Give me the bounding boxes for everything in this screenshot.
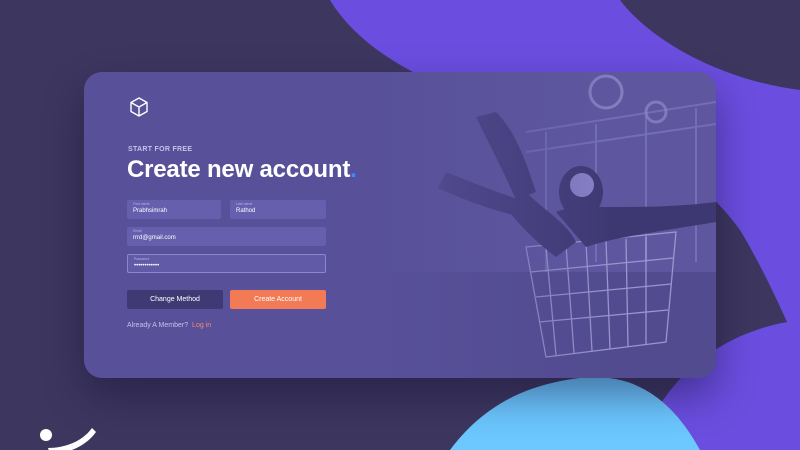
photo-fade-overlay (376, 72, 716, 378)
page-title-text: Create new account (127, 156, 351, 183)
last-name-field[interactable]: Last name Rathod (230, 200, 326, 219)
last-name-value: Rathod (236, 208, 256, 214)
signup-card: START FOR FREE Create new account. First… (84, 72, 716, 378)
cube-icon (130, 97, 148, 117)
title-accent-dot: . (350, 156, 357, 183)
first-name-field[interactable]: First name Prabhsimrah (127, 200, 221, 219)
brand-mark-icon (40, 428, 96, 450)
blue-blob (450, 377, 700, 450)
already-member-text: Already A Member? (127, 322, 189, 329)
page-title: Create new account. (127, 156, 357, 184)
create-account-button[interactable]: Create Account (230, 290, 326, 309)
password-value: •••••••••••• (134, 263, 160, 269)
login-link[interactable]: Log in (192, 322, 211, 329)
email-field[interactable]: Email rrrd@gmail.com (127, 227, 326, 246)
first-name-value: Prabhsimrah (133, 208, 168, 214)
already-member-row: Already A Member? Log in (127, 322, 211, 329)
eyebrow-text: START FOR FREE (128, 146, 193, 153)
email-value: rrrd@gmail.com (133, 235, 176, 241)
change-method-button[interactable]: Change Method (127, 290, 223, 309)
password-field[interactable]: Password •••••••••••• (127, 254, 326, 273)
hero-photo (376, 72, 716, 378)
